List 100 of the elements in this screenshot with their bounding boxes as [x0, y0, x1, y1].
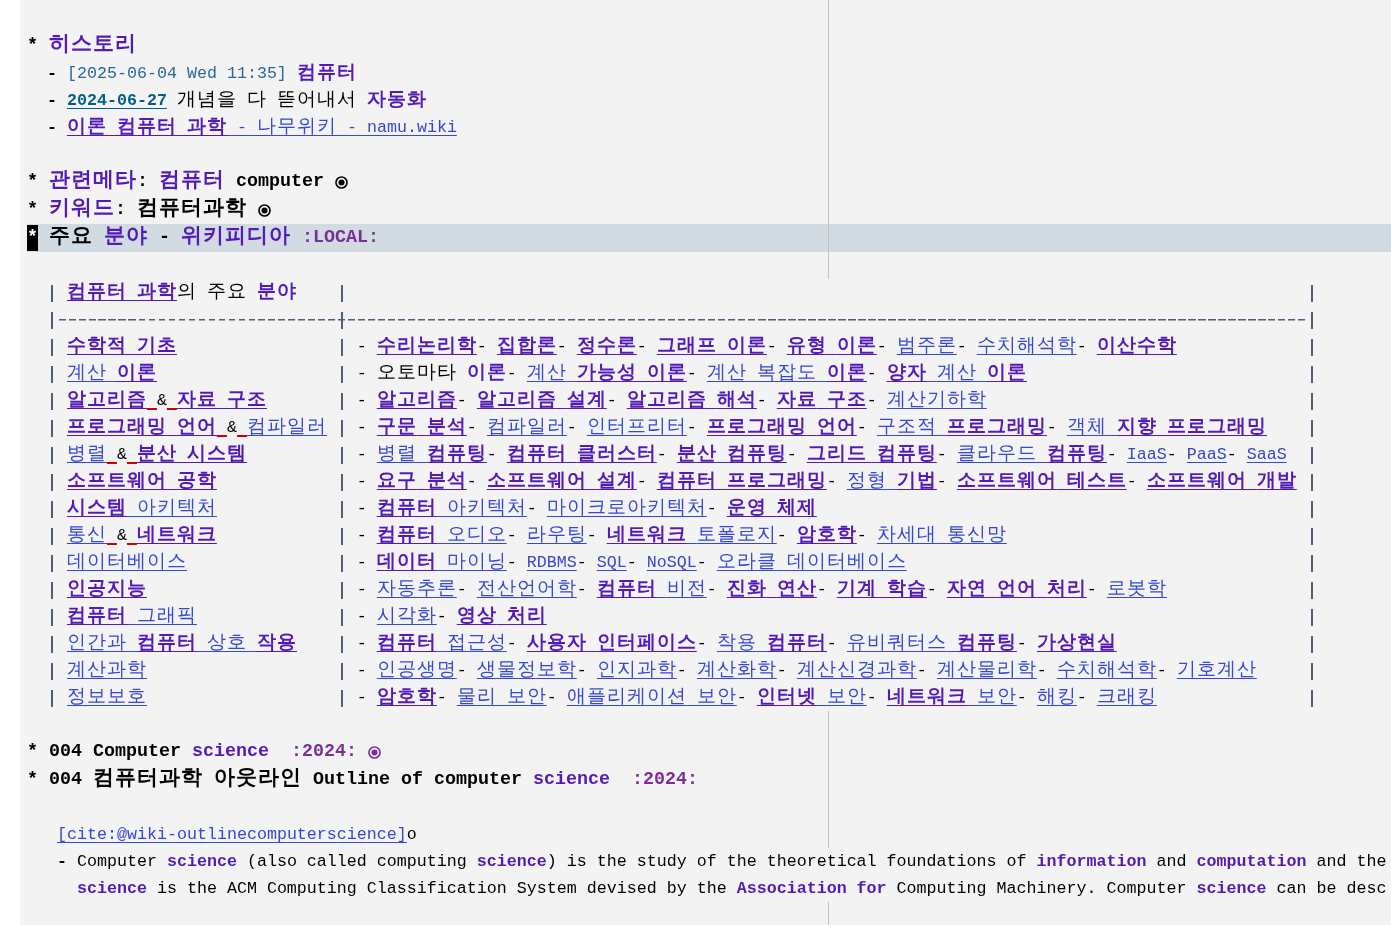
link[interactable]: SaaS — [1246, 445, 1287, 464]
link[interactable]: RDBMS — [526, 553, 577, 572]
link[interactable]: 운영 체제 — [726, 499, 817, 518]
link[interactable]: 컴퓨터 접근성 — [376, 634, 507, 653]
link[interactable]: 그래프 이론 — [656, 337, 767, 356]
link[interactable]: 생물정보학 — [476, 661, 577, 680]
link[interactable]: 암호학 — [796, 526, 857, 545]
link[interactable]: 정수론 — [576, 337, 637, 356]
link[interactable]: 가상현실 — [1036, 634, 1117, 653]
link[interactable]: 인터프리터 — [586, 418, 687, 437]
link[interactable]: 컴퓨터 클러스터 — [506, 445, 657, 464]
link[interactable]: 인지과학 — [596, 661, 677, 680]
link[interactable]: 자연 언어 처리 — [946, 580, 1087, 599]
link[interactable]: 유형 이론 — [786, 337, 877, 356]
link[interactable]: 정보보호 — [66, 688, 147, 707]
link[interactable]: 요구 분석 — [376, 472, 467, 491]
link[interactable]: NoSQL — [646, 553, 697, 572]
link[interactable]: 계산 가능성 이론 — [526, 364, 687, 383]
link[interactable]: 데이터 마이닝 — [376, 553, 507, 572]
link[interactable]: 네트워크 보안 — [886, 688, 1017, 707]
link[interactable]: 구조적 프로그래밍 — [876, 418, 1047, 437]
link[interactable]: 수리논리학 — [376, 337, 477, 356]
link[interactable]: 소프트웨어 공학 — [66, 472, 217, 491]
link[interactable]: 계산화학 — [696, 661, 777, 680]
link[interactable]: 컴파일러 — [246, 418, 327, 437]
link[interactable]: 수학적 기초 — [66, 337, 177, 356]
link[interactable]: 통신 — [66, 526, 107, 545]
link[interactable]: 인공지능 — [66, 580, 147, 599]
link[interactable]: 소프트웨어 설계 — [486, 472, 637, 491]
link[interactable]: 인간과 컴퓨터 상호 작용 — [66, 634, 297, 653]
link[interactable]: 클라우드 컴퓨팅 — [956, 445, 1107, 464]
link[interactable]: 컴퓨터 과학 — [66, 283, 177, 302]
link[interactable]: 네트워크 토폴로지 — [606, 526, 777, 545]
link[interactable]: 계산기하학 — [886, 391, 987, 410]
link[interactable]: 소프트웨어 개발 — [1146, 472, 1297, 491]
link[interactable]: 크래킹 — [1096, 688, 1157, 707]
link[interactable]: 병렬 컴퓨팅 — [376, 445, 487, 464]
link[interactable]: 물리 보안 — [456, 688, 547, 707]
link[interactable]: 프로그래밍 언어 — [706, 418, 857, 437]
link[interactable]: 시각화 — [376, 607, 437, 626]
link[interactable]: 착용 컴퓨터 — [716, 634, 827, 653]
link[interactable]: 컴퓨터 비전 — [596, 580, 707, 599]
link[interactable]: 사용자 인터페이스 — [526, 634, 697, 653]
link[interactable]: 알고리즘 — [376, 391, 457, 410]
link[interactable]: 계산 이론 — [66, 364, 157, 383]
link[interactable]: 유비쿼터스 컴퓨팅 — [846, 634, 1017, 653]
link[interactable]: 그리드 컴퓨팅 — [806, 445, 937, 464]
link[interactable]: 정형 기법 — [846, 472, 937, 491]
link[interactable]: 영상 처리 — [456, 607, 547, 626]
link[interactable]: 라우팅 — [526, 526, 587, 545]
link[interactable]: 인공생명 — [376, 661, 457, 680]
circle-dot-icon[interactable] — [334, 175, 348, 189]
link[interactable]: 알고리즘 — [66, 391, 147, 410]
link[interactable]: [cite:@wiki-outlinecomputerscience] — [57, 825, 407, 844]
link[interactable]: 분산 컴퓨팅 — [676, 445, 787, 464]
link[interactable]: 소프트웨어 테스트 — [956, 472, 1127, 491]
link[interactable]: 기계 학습 — [836, 580, 927, 599]
link[interactable]: 컴퓨터 프로그래밍 — [656, 472, 827, 491]
link[interactable]: 차세대 통신망 — [876, 526, 1007, 545]
link[interactable]: 계산신경과학 — [796, 661, 917, 680]
link[interactable]: 수치해석학 — [1056, 661, 1157, 680]
link[interactable]: 컴퓨터 오디오 — [376, 526, 507, 545]
link[interactable]: 데이터베이스 — [66, 553, 187, 572]
link[interactable]: 네트워크 — [136, 526, 217, 545]
link[interactable]: 알고리즘 설계 — [476, 391, 607, 410]
link[interactable]: 기호계산 — [1176, 661, 1257, 680]
link[interactable]: 분산 시스템 — [136, 445, 247, 464]
link[interactable]: 자료 구조 — [176, 391, 267, 410]
link[interactable]: 알고리즘 해석 — [626, 391, 757, 410]
link[interactable]: 해킹 — [1036, 688, 1077, 707]
link[interactable]: 암호학 — [376, 688, 437, 707]
link[interactable]: 컴퓨터 아키텍처 — [376, 499, 527, 518]
link[interactable]: 인터넷 보안 — [756, 688, 867, 707]
link[interactable]: 이론 컴퓨터 과학 - 나무위키 - namu.wiki — [66, 118, 457, 137]
circle-dot-icon[interactable] — [257, 203, 271, 217]
link[interactable]: 양자 계산 이론 — [886, 364, 1027, 383]
link[interactable]: SQL — [596, 553, 627, 572]
link[interactable]: 자동추론 — [376, 580, 457, 599]
link[interactable]: 애플리케이션 보안 — [566, 688, 737, 707]
date-link[interactable]: 2024-06-27 — [66, 91, 167, 110]
link[interactable]: 로봇학 — [1106, 580, 1167, 599]
link[interactable]: 시스템 아키텍처 — [66, 499, 217, 518]
link[interactable]: PaaS — [1186, 445, 1227, 464]
link[interactable]: 오라클 데이터베이스 — [716, 553, 907, 572]
link[interactable]: 구문 분석 — [376, 418, 467, 437]
link[interactable]: 수치해석학 — [976, 337, 1077, 356]
link[interactable]: 범주론 — [896, 337, 957, 356]
link[interactable]: 계산 복잡도 이론 — [706, 364, 867, 383]
link[interactable]: 프로그래밍 언어 — [66, 418, 217, 437]
link[interactable]: 이산수학 — [1096, 337, 1177, 356]
link[interactable]: IaaS — [1126, 445, 1167, 464]
link[interactable]: 계산과학 — [66, 661, 147, 680]
link[interactable]: 컴파일러 — [486, 418, 567, 437]
link[interactable]: 전산언어학 — [476, 580, 577, 599]
link[interactable]: 컴퓨터 그래픽 — [66, 607, 197, 626]
link[interactable]: 병렬 — [66, 445, 107, 464]
link[interactable]: 자료 구조 — [776, 391, 867, 410]
link[interactable]: 진화 연산 — [726, 580, 817, 599]
link[interactable]: 마이크로아키텍처 — [546, 499, 707, 518]
link[interactable]: 계산물리학 — [936, 661, 1037, 680]
